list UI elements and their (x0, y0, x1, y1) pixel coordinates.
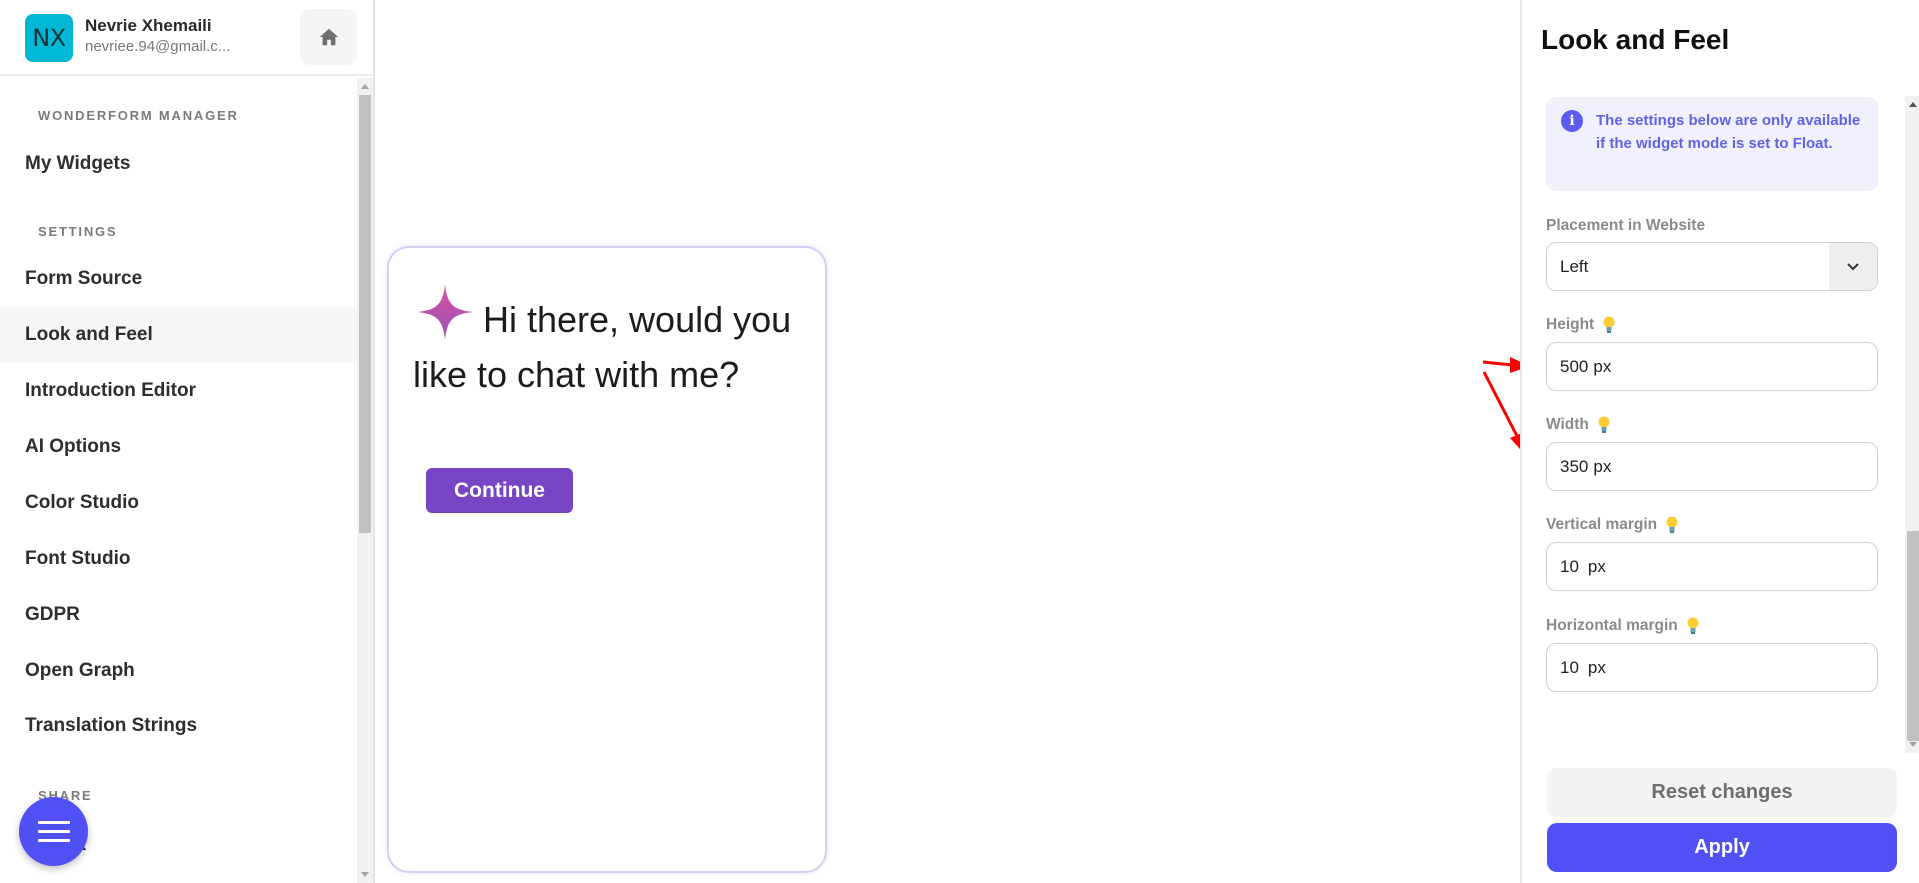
scroll-down-arrow-icon[interactable] (361, 872, 369, 877)
info-icon: i (1561, 110, 1583, 132)
placement-value: Left (1560, 256, 1589, 276)
width-input[interactable]: 350 px (1546, 442, 1878, 491)
panel-title: Look and Feel (1541, 24, 1730, 55)
greeting-text: Hi there, would you like to chat with me… (413, 292, 813, 402)
scrollbar-thumb[interactable] (359, 95, 371, 533)
avatar[interactable]: NX (25, 14, 73, 62)
height-unit: px (1593, 356, 1612, 376)
placement-label: Placement in Website (1546, 217, 1705, 235)
user-email: nevriee.94@gmail.c... (85, 38, 231, 55)
sidebar-item-my-widgets[interactable]: My Widgets (0, 136, 357, 192)
section-wonderform-manager: WONDERFORM MANAGER (38, 108, 239, 123)
height-value: 500 (1560, 356, 1589, 376)
section-settings: SETTINGS (38, 224, 118, 239)
continue-button[interactable]: Continue (426, 468, 573, 513)
sidebar-item-color-studio[interactable]: Color Studio (0, 475, 357, 531)
menu-icon (37, 820, 70, 843)
lightbulb-icon[interactable] (1597, 416, 1611, 434)
user-name: Nevrie Xhemaili (85, 16, 212, 35)
greeting-message: Hi there, would you like to chat with me… (413, 299, 792, 395)
width-label: Width (1546, 416, 1611, 434)
settings-scrollbar[interactable] (1905, 96, 1919, 753)
scrollbar-thumb[interactable] (1907, 531, 1919, 741)
sidebar: NX Nevrie Xhemaili nevriee.94@gmail.c...… (0, 0, 375, 883)
scroll-down-arrow-icon[interactable] (1909, 742, 1917, 747)
placement-select[interactable]: Left (1546, 242, 1878, 291)
sidebar-item-ai-options[interactable]: AI Options (0, 419, 357, 475)
sidebar-scrollbar[interactable] (357, 78, 373, 883)
menu-fab-button[interactable] (19, 797, 88, 866)
sidebar-item-form-source[interactable]: Form Source (0, 251, 357, 307)
placement-label-text: Placement in Website (1546, 217, 1706, 234)
height-label-text: Height (1546, 316, 1595, 333)
height-input[interactable]: 500 px (1546, 342, 1878, 391)
home-button[interactable] (300, 9, 357, 65)
vertical-margin-input[interactable]: 10 px (1546, 542, 1878, 591)
horizontal-margin-input[interactable]: 10 px (1546, 643, 1878, 692)
horizontal-margin-value: 10 (1560, 657, 1579, 677)
horizontal-margin-label: Horizontal margin (1546, 617, 1700, 635)
height-label: Height (1546, 316, 1616, 334)
reset-changes-button[interactable]: Reset changes (1547, 768, 1897, 817)
width-label-text: Width (1546, 416, 1589, 433)
info-notice: i The settings below are only available … (1546, 97, 1878, 191)
horizontal-margin-unit: px (1587, 657, 1606, 677)
settings-scroll-area: i The settings below are only available … (1522, 90, 1905, 750)
horizontal-margin-label-text: Horizontal margin (1546, 617, 1678, 634)
sidebar-item-translation-strings[interactable]: Translation Strings (0, 698, 357, 754)
scroll-up-arrow-icon[interactable] (361, 84, 369, 89)
width-value: 350 (1560, 456, 1589, 476)
sidebar-item-open-graph[interactable]: Open Graph (0, 643, 357, 699)
vertical-margin-unit: px (1587, 556, 1606, 576)
width-unit: px (1593, 456, 1612, 476)
sidebar-nav: WONDERFORM MANAGER My Widgets SETTINGS F… (0, 78, 357, 883)
lightbulb-icon[interactable] (1686, 617, 1700, 635)
sidebar-item-introduction-editor[interactable]: Introduction Editor (0, 363, 357, 419)
scroll-up-arrow-icon[interactable] (1909, 102, 1917, 107)
widget-preview-card: Hi there, would you like to chat with me… (387, 246, 827, 873)
sidebar-item-font-studio[interactable]: Font Studio (0, 531, 357, 587)
info-text: The settings below are only available if… (1596, 112, 1861, 152)
chevron-down-icon[interactable] (1829, 243, 1877, 290)
apply-button[interactable]: Apply (1547, 823, 1897, 872)
sidebar-item-look-and-feel[interactable]: Look and Feel (0, 307, 357, 363)
settings-panel: Look and Feel i The settings below are o… (1520, 0, 1919, 883)
sidebar-item-gdpr[interactable]: GDPR (0, 587, 357, 643)
home-icon (319, 28, 338, 46)
lightbulb-icon[interactable] (1602, 316, 1616, 334)
vertical-margin-label: Vertical margin (1546, 516, 1679, 534)
vertical-margin-label-text: Vertical margin (1546, 516, 1658, 533)
user-profile: NX Nevrie Xhemaili nevriee.94@gmail.c... (0, 0, 373, 76)
vertical-margin-value: 10 (1560, 556, 1579, 576)
lightbulb-icon[interactable] (1665, 516, 1679, 534)
